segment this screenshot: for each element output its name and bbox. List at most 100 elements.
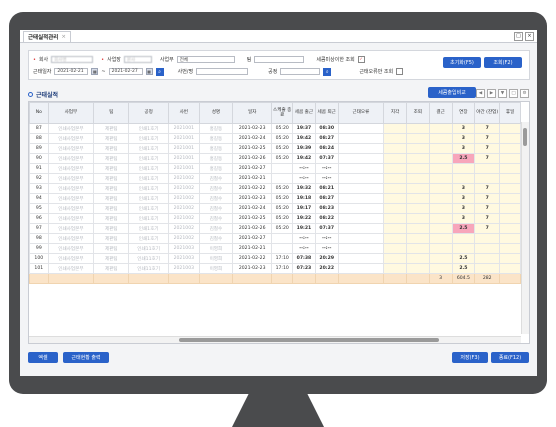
summary-cell-ext: 604.5 xyxy=(451,273,476,284)
column-header[interactable]: 지각 xyxy=(383,102,407,124)
cell-emp: 2021003 xyxy=(167,243,200,254)
filter-icon[interactable]: ▼ xyxy=(498,89,507,98)
table-row[interactable]: 88 인쇄사업본부 제판팀 인쇄1호기 2021001 홍길동 2021-02-24 05:2… xyxy=(29,133,521,144)
cell-early xyxy=(405,223,430,234)
search-icon[interactable]: ⌕ xyxy=(323,67,332,76)
attendance-grid: No 사업부 팀 공정 사번 성명 일자 스케줄 종료 세콤 출근 세콤 퇴근 근태오류 지각 조퇴 결근… xyxy=(28,101,530,344)
company-select[interactable]: 회사명 xyxy=(51,56,94,63)
search-button[interactable]: 조회(F2) xyxy=(484,57,522,68)
cell-ext: 2.5 xyxy=(451,153,476,164)
save-button[interactable]: 저장(F3) xyxy=(452,352,488,363)
team-select[interactable] xyxy=(254,56,305,63)
cell-sched: 05:20 xyxy=(271,213,294,224)
column-header[interactable]: 성명 xyxy=(198,102,233,124)
cell-early xyxy=(405,253,430,264)
grid-next-icon[interactable]: ▶ xyxy=(487,89,496,98)
close-icon[interactable]: × xyxy=(525,32,534,41)
report-print-button[interactable]: 근태현황 출력 xyxy=(63,352,109,363)
cell-proc: 인쇄11호기 xyxy=(128,263,169,274)
summary-cell-err xyxy=(337,273,385,284)
table-row[interactable]: 101 인쇄사업본부 제판팀 인쇄11호기 2021003 이영희 2021-02-23 17… xyxy=(29,263,521,274)
cell-out: 20:29 xyxy=(314,253,339,264)
settings-icon[interactable]: ⚙ xyxy=(520,89,529,98)
table-row[interactable]: 91 인쇄사업본부 제판팀 인쇄1호기 2021001 홍길동 2021-02-27 --:-… xyxy=(29,163,521,174)
cell-late xyxy=(383,203,407,214)
column-header[interactable]: 결근 xyxy=(428,102,453,124)
table-row[interactable]: 93 인쇄사업본부 제판팀 인쇄1호기 2021002 김철수 2021-02-22 05:2… xyxy=(29,183,521,194)
column-header[interactable]: 사업부 xyxy=(47,102,95,124)
date-to-input[interactable]: 2021-02-27 xyxy=(108,68,143,75)
site-input[interactable] xyxy=(280,68,321,75)
tab-attendance[interactable]: 근태실적관리 × xyxy=(23,30,71,42)
app-window: 근태실적관리 × □ × • 회사 회사명 • 사업장 본사 사업부 전체 팀 세콤… xyxy=(20,30,537,376)
cell-team: 제판팀 xyxy=(93,153,130,164)
vertical-scrollbar[interactable] xyxy=(521,122,529,334)
table-row[interactable]: 95 인쇄사업본부 제판팀 인쇄1호기 2021002 김철수 2021-02-24 05:2… xyxy=(29,203,521,214)
cell-dept: 인쇄사업본부 xyxy=(47,183,95,194)
table-row[interactable]: 87 인쇄사업본부 제판팀 인쇄1호기 2021001 홍길동 2021-02-23 05:2… xyxy=(29,123,521,134)
init-button[interactable]: 초기화(F5) xyxy=(443,57,481,68)
excel-button[interactable]: 엑셀 xyxy=(28,352,58,363)
cell-date: 2021-02-24 xyxy=(231,133,273,144)
export-icon[interactable]: □ xyxy=(509,89,518,98)
table-row[interactable]: 90 인쇄사업본부 제판팀 인쇄1호기 2021001 홍길동 2021-02-26 05:2… xyxy=(29,153,521,164)
search-icon[interactable]: ⌕ xyxy=(155,67,164,76)
cell-name: 김철수 xyxy=(198,183,233,194)
column-header[interactable]: 야간 (잔업) xyxy=(474,102,501,124)
date-from-input[interactable]: 2021-02-21 xyxy=(54,68,89,75)
abnormal-checkbox[interactable]: ✓ xyxy=(357,56,365,63)
secom-compare-button[interactable]: 세콤출입비교 xyxy=(428,87,476,98)
cell-early xyxy=(405,193,430,204)
column-header[interactable]: 연장 xyxy=(451,102,476,124)
column-header[interactable]: 사번 xyxy=(167,102,200,124)
error-only-checkbox[interactable] xyxy=(396,68,404,75)
cell-date: 2021-02-27 xyxy=(231,233,273,244)
cell-in: --:-- xyxy=(292,233,316,244)
business-select[interactable]: 본사 xyxy=(123,56,152,63)
column-header[interactable]: 스케줄 종료 xyxy=(271,102,294,124)
column-header[interactable]: 근태오류 xyxy=(337,102,385,124)
filter-row-1: • 회사 회사명 • 사업장 본사 사업부 전체 팀 세콤미상이한 조회 ✓ xyxy=(33,56,365,63)
column-header[interactable]: 팀 xyxy=(93,102,130,124)
cell-err xyxy=(337,263,385,274)
restore-icon[interactable]: □ xyxy=(514,32,523,41)
cell-hol xyxy=(499,153,521,164)
calendar-icon[interactable]: ▦ xyxy=(91,68,99,75)
column-header[interactable]: 세콤 퇴근 xyxy=(314,102,339,124)
cell-early xyxy=(405,233,430,244)
cell-name: 홍길동 xyxy=(198,143,233,154)
table-row[interactable]: 94 인쇄사업본부 제판팀 인쇄1호기 2021002 김철수 2021-02-23 05:2… xyxy=(29,193,521,204)
tab-bar: 근태실적관리 × □ × xyxy=(20,30,537,43)
column-header[interactable]: 휴일 xyxy=(499,102,521,124)
dept-select[interactable]: 전체 xyxy=(176,56,235,63)
column-header[interactable]: 세콤 출근 xyxy=(292,102,316,124)
table-row[interactable]: 97 인쇄사업본부 제판팀 인쇄1호기 2021002 김철수 2021-02-26 05:2… xyxy=(29,223,521,234)
horizontal-scrollbar[interactable] xyxy=(29,336,521,343)
emp-input[interactable] xyxy=(196,68,249,75)
cell-no: 89 xyxy=(29,143,49,154)
table-row[interactable]: 100 인쇄사업본부 제판팀 인쇄11호기 2021003 이영희 2021-02-22 17… xyxy=(29,253,521,264)
column-header[interactable]: 일자 xyxy=(231,102,273,124)
cell-late xyxy=(383,143,407,154)
grid-prev-icon[interactable]: ◀ xyxy=(476,89,485,98)
cell-hol xyxy=(499,133,521,144)
cell-hol xyxy=(499,203,521,214)
cell-ext: 3 xyxy=(451,193,476,204)
table-row[interactable]: 98 인쇄사업본부 제판팀 인쇄1호기 2021002 김철수 2021-02-27 --:-… xyxy=(29,233,521,244)
cell-ext: 3 xyxy=(451,213,476,224)
table-row[interactable]: 99 인쇄사업본부 제판팀 인쇄11호기 2021003 이영희 2021-02-21 --:… xyxy=(29,243,521,254)
exit-button[interactable]: 종료(F12) xyxy=(491,352,529,363)
column-header[interactable]: 조퇴 xyxy=(405,102,430,124)
table-row[interactable]: 89 인쇄사업본부 제판팀 인쇄1호기 2021001 홍길동 2021-02-25 05:2… xyxy=(29,143,521,154)
cell-out: --:-- xyxy=(314,163,339,174)
table-row[interactable]: 92 인쇄사업본부 제판팀 인쇄1호기 2021002 김철수 2021-02-21 --:-… xyxy=(29,173,521,184)
cell-dept: 인쇄사업본부 xyxy=(47,263,95,274)
cell-emp: 2021002 xyxy=(167,183,200,194)
calendar-icon[interactable]: ▦ xyxy=(145,68,153,75)
column-header[interactable]: 공정 xyxy=(128,102,169,124)
summary-row: 3 604.5 282 xyxy=(29,273,521,284)
cell-night: 7 xyxy=(474,143,501,154)
tab-close-icon[interactable]: × xyxy=(61,34,66,40)
column-header[interactable]: No xyxy=(29,102,49,124)
table-row[interactable]: 96 인쇄사업본부 제판팀 인쇄1호기 2021002 김철수 2021-02-25 05:2… xyxy=(29,213,521,224)
